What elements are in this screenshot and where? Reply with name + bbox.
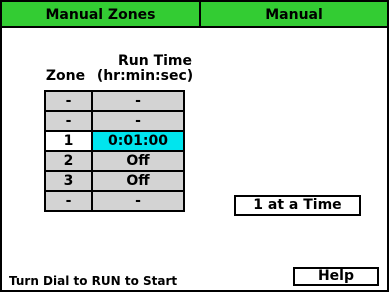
run-time-cell[interactable]: 0:01:00 [91,130,185,152]
run-time-cell[interactable]: - [91,110,185,132]
header-manual: Manual [201,2,387,28]
table-row[interactable]: - - [44,110,185,132]
screen-frame: Manual Zones Manual Run Time (hr:min:sec… [0,0,389,292]
run-time-cell[interactable]: Off [91,170,185,192]
run-time-cell[interactable]: - [91,190,185,212]
table-row[interactable]: 3 Off [44,170,185,192]
table-row-selected[interactable]: 1 0:01:00 [44,130,185,152]
table-row[interactable]: - - [44,90,185,112]
status-text: Turn Dial to RUN to Start [9,274,178,288]
zone-cell[interactable]: 2 [44,150,93,172]
zone-table: - - - - 1 0:01:00 2 Off 3 Off - - [44,90,185,212]
help-button[interactable]: Help [293,267,379,286]
header-manual-zones: Manual Zones [2,2,201,28]
zone-cell[interactable]: - [44,190,93,212]
table-row[interactable]: - - [44,190,185,212]
table-row[interactable]: 2 Off [44,150,185,172]
run-time-units: (hr:min:sec) [96,68,194,84]
run-time-cell[interactable]: Off [91,150,185,172]
zone-cell[interactable]: - [44,90,93,112]
zone-cell[interactable]: - [44,110,93,132]
zone-cell[interactable]: 1 [44,130,93,152]
run-time-cell[interactable]: - [91,90,185,112]
mode-button[interactable]: 1 at a Time [234,195,361,216]
zone-cell[interactable]: 3 [44,170,93,192]
zone-heading: Zone [45,68,86,84]
